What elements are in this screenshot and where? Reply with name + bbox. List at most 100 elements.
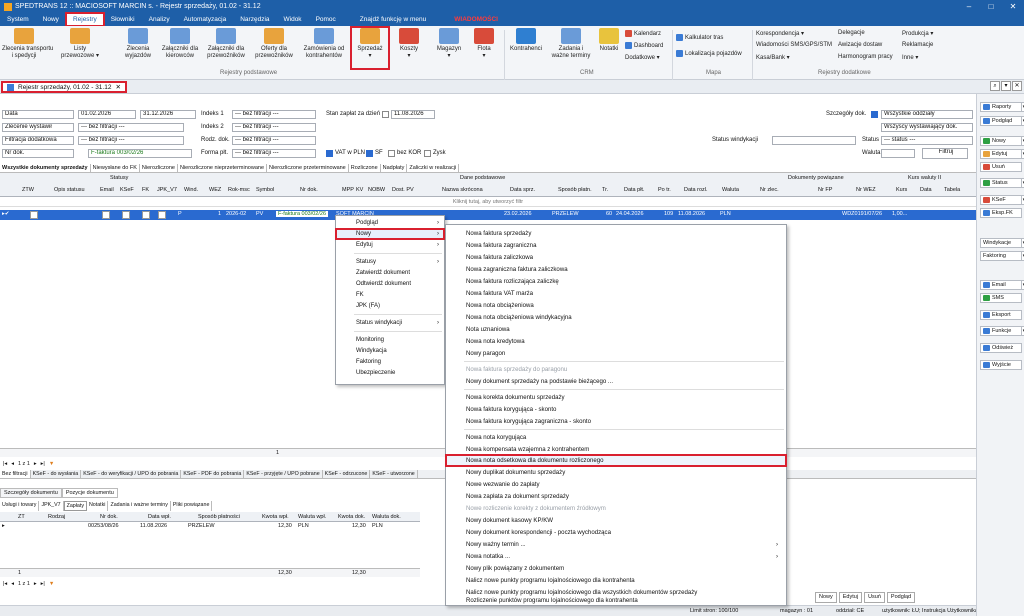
faktoring-button[interactable]: Faktoring ▾ — [980, 251, 1024, 261]
col-header[interactable]: MPP — [342, 187, 354, 193]
menu-automatyzacja[interactable]: Automatyzacja — [177, 13, 234, 26]
ctx-fk[interactable]: FK — [336, 290, 444, 300]
nr-dok-select[interactable]: Nr dok. — [2, 149, 74, 158]
maximize-icon[interactable]: □ — [980, 0, 1002, 13]
prev-page-icon[interactable]: ◂ — [11, 461, 14, 467]
submenu-item[interactable]: Nowy dokument kasowy KP/KW — [446, 515, 786, 526]
submenu-item[interactable]: Nowy duplikat dokumentu sprzedaży — [446, 467, 786, 478]
col-header[interactable]: Kwota dok. — [338, 514, 365, 520]
tab-notatki[interactable]: Notatki — [87, 501, 109, 511]
col-header[interactable]: Nr WEZ — [856, 187, 876, 193]
find-function-link[interactable]: Znajdź funkcję w menu — [353, 13, 433, 26]
ctx-windykacja[interactable]: Windykacja — [336, 346, 444, 356]
tab-uslugi[interactable]: Usługi i towary — [0, 501, 40, 511]
date-to-field[interactable]: 31.12.2026 — [140, 110, 196, 119]
col-header[interactable]: Rodzaj — [48, 514, 65, 520]
filter-icon[interactable]: ▼ — [49, 461, 54, 467]
tab-pliki[interactable]: Pliki powiązane — [171, 501, 213, 511]
ctx-statusy[interactable]: Statusy › — [336, 257, 444, 267]
close-icon[interactable]: ✕ — [1002, 0, 1024, 13]
nr-dok-input[interactable]: F-faktura 003/02/26 — [88, 149, 192, 158]
col-header[interactable]: Dost. PV — [392, 187, 414, 193]
col-header[interactable]: Waluta dok. — [372, 514, 401, 520]
first-page-icon[interactable]: |◂ — [3, 461, 7, 467]
col-header[interactable]: Waluta — [722, 187, 739, 193]
col-header[interactable]: Data wpł. — [148, 514, 171, 520]
ctx-monitoring[interactable]: Monitoring — [336, 335, 444, 345]
edytuj-sidebar-button[interactable]: Edytuj ▾ — [980, 149, 1024, 159]
last-page-icon[interactable]: ▸| — [41, 461, 45, 467]
ctx-odtwierdz[interactable]: Odtwierdź dokument — [336, 279, 444, 289]
ribbon-wiadomosci-button[interactable]: Wiadomości SMS/GPS/STM — [756, 42, 832, 48]
col-header[interactable]: FK — [142, 187, 149, 193]
ctx-status-windykacji[interactable]: Status windykacji › — [336, 318, 444, 328]
ctx-podglad[interactable]: Podgląd › — [336, 218, 444, 228]
ribbon-notatki-button[interactable]: Notatki — [596, 28, 622, 53]
col-header[interactable]: Data sprz. — [510, 187, 535, 193]
col-header[interactable]: Nr dok. — [300, 187, 318, 193]
menu-analizy[interactable]: Analizy — [142, 13, 177, 26]
ribbon-korespondencja-button[interactable]: Korespondencja ▾ — [756, 30, 804, 37]
submenu-item[interactable]: Nowy dokument sprzedaży na podstawie bie… — [446, 376, 786, 387]
ksef-checkbox[interactable] — [122, 211, 130, 219]
menu-system[interactable]: System — [0, 13, 36, 26]
col-header[interactable]: ZT — [18, 514, 25, 520]
col-header[interactable]: Po tr. — [658, 187, 671, 193]
vat-pln-checkbox[interactable] — [326, 150, 333, 157]
menu-nowy[interactable]: Nowy — [36, 13, 66, 26]
next-page-icon[interactable]: ▸ — [34, 461, 37, 467]
ribbon-produkcja-button[interactable]: Produkcja ▾ — [902, 30, 933, 37]
submenu-item[interactable]: Nowa nota kredytowa — [446, 336, 786, 347]
odswiez-button[interactable]: Odśwież — [980, 343, 1022, 353]
submenu-item[interactable]: Nowa nota obciążeniowa — [446, 300, 786, 311]
table-row[interactable]: ▸✔ P 1 2026-02 PV F-faktura 003/02/26 SO… — [0, 210, 976, 220]
ribbon-sprzedaz-button[interactable]: Sprzedaż ▾ — [350, 26, 390, 70]
tab-ksef-do-weryfikacji[interactable]: KSeF - do weryfikacji / UPO do pobrania — [81, 470, 182, 478]
ribbon-delegacje-button[interactable]: Delegacje — [838, 30, 865, 36]
ksef-sidebar-button[interactable]: KSeF ▾ — [980, 195, 1024, 205]
status-select[interactable]: --- status --- — [881, 136, 973, 145]
ribbon-oferty-button[interactable]: Oferty dla przewoźników — [251, 28, 297, 60]
filtruj-button[interactable]: Filtruj — [922, 148, 968, 159]
submenu-item[interactable]: Nowa nota korygująca — [446, 432, 786, 443]
tab-zaliczki[interactable]: Zaliczki w realizacji — [407, 164, 460, 172]
status-sidebar-button[interactable]: Status ▾ — [980, 178, 1024, 188]
ribbon-magazyn-button[interactable]: Magazyn ▾ — [432, 28, 466, 60]
ribbon-koszty-button[interactable]: Koszty ▾ — [394, 28, 424, 60]
tab-wszystkie[interactable]: Wszystkie dokumenty sprzedaży — [0, 164, 91, 172]
col-header[interactable]: Tabela — [944, 187, 960, 193]
sms-button[interactable]: SMS — [980, 293, 1022, 303]
ribbon-kalkulator-tras-button[interactable]: Kalkulator tras — [676, 34, 723, 41]
col-header[interactable]: Kwota wpł. — [262, 514, 289, 520]
ribbon-awizacje-button[interactable]: Awizacje dostaw — [838, 42, 882, 48]
ribbon-zamowienia-button[interactable]: Zamówienia od kontrahentów — [300, 28, 348, 60]
submenu-item[interactable]: Nowa korekta dokumentu sprzedaży — [446, 392, 786, 403]
col-header[interactable]: Nr dok. — [100, 514, 118, 520]
tab-ksef-przyjete[interactable]: KSeF - przyjęte / UPO pobrane — [244, 470, 323, 478]
ribbon-listy-przewozowe-button[interactable]: Listy przewozowe ▾ — [60, 28, 100, 60]
ribbon-zalaczniki-kierowcow-button[interactable]: Załączniki dla kierowców — [160, 28, 200, 60]
tab-rejestr-sprzedazy[interactable]: Rejestr sprzedaży, 01.02 - 31.12 ✕ — [1, 81, 127, 93]
close-icon[interactable]: ✕ — [1012, 81, 1022, 91]
filter-hint[interactable]: Kliknij tutaj, aby utworzyć filtr — [0, 197, 976, 207]
col-header[interactable]: KSeF — [120, 187, 134, 193]
submenu-item[interactable]: Nowa faktura rozliczająca zaliczkę — [446, 276, 786, 287]
payment-row[interactable]: ▸ 00253/08/26 11.08.2026 PRZELEW 12,30 P… — [0, 522, 420, 531]
ctx-jpk-fa[interactable]: JPK (FA) — [336, 301, 444, 311]
stan-zaplat-checkbox[interactable] — [382, 111, 389, 118]
zysk-checkbox[interactable] — [424, 150, 431, 157]
submenu-item[interactable]: Nowy paragon — [446, 348, 786, 359]
ribbon-dodatkowe-button[interactable]: Dodatkowe ▾ — [625, 54, 660, 61]
tab-rozliczone[interactable]: Rozliczone — [349, 164, 381, 172]
submenu-item[interactable]: Nowa nota obciążeniowa windykacyjna — [446, 312, 786, 323]
submenu-item[interactable]: Nowa faktura korygująca - skonto — [446, 404, 786, 415]
col-header[interactable]: Tr. — [602, 187, 608, 193]
col-header[interactable]: Symbol — [256, 187, 274, 193]
tab-szczegoly[interactable]: Szczegóły dokumentu — [0, 488, 62, 498]
edytuj-button[interactable]: Edytuj — [838, 592, 863, 603]
tab-nierozliczone[interactable]: Nierozliczone — [140, 164, 178, 172]
stan-zaplat-date[interactable]: 11.08.2026 — [391, 110, 435, 119]
col-header[interactable]: ZTW — [22, 187, 34, 193]
usun-sidebar-button[interactable]: Usuń — [980, 162, 1022, 172]
oddzialy-select[interactable]: Wszystkie oddziały — [881, 110, 973, 119]
